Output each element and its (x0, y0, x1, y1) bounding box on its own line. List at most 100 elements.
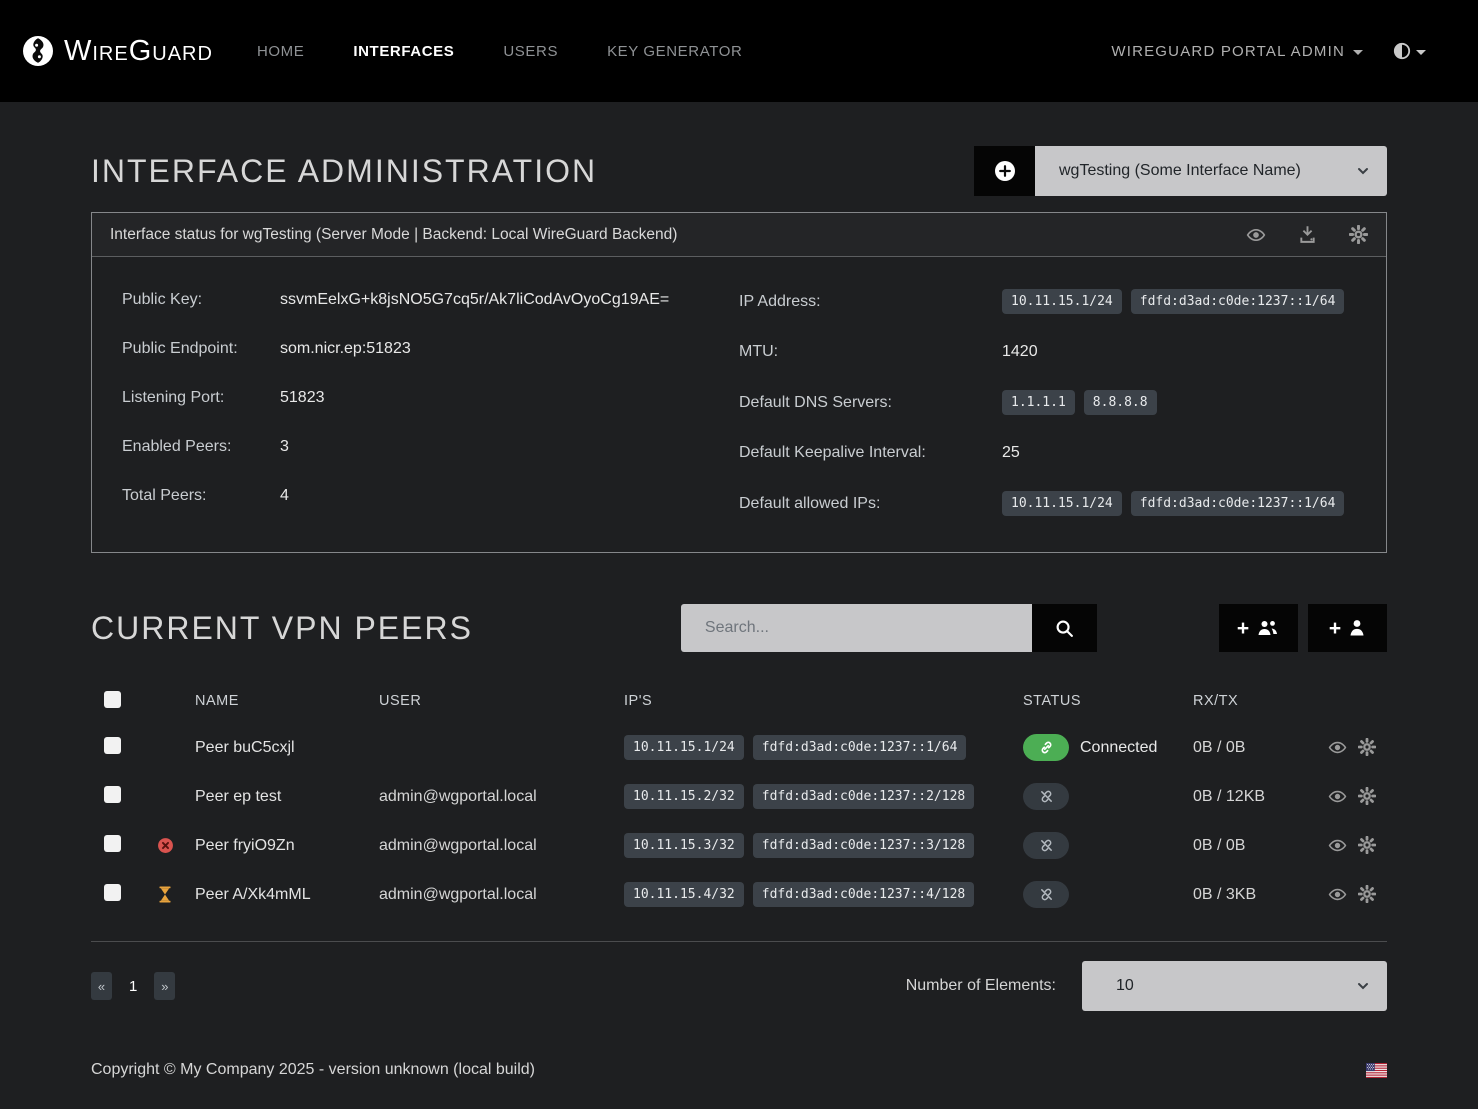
peer-row-checkbox[interactable] (104, 786, 121, 803)
dns-badge: 1.1.1.1 (1002, 390, 1075, 415)
peers-table: NAME USER IP'S STATUS RX/TX Peer buC5cxj… (91, 679, 1387, 942)
peer-ips: 10.11.15.1/24 fdfd:d3ad:c0de:1237::1/64 (624, 735, 1023, 760)
field-value: som.nicr.ep:51823 (280, 340, 411, 358)
user-menu-label: WIREGUARD PORTAL ADMIN (1111, 43, 1345, 60)
field-allowed-ips: Default allowed IPs: 10.11.15.1/24 fdfd:… (739, 491, 1356, 516)
field-label: Public Endpoint: (122, 340, 280, 358)
peer-name: Peer buC5cxjl (195, 739, 379, 757)
field-value: 4 (280, 487, 289, 505)
peer-row-checkbox[interactable] (104, 884, 121, 901)
wireguard-logo-icon (22, 35, 54, 67)
row-actions (1328, 836, 1391, 855)
nav-link-users[interactable]: USERS (503, 43, 558, 60)
peer-ips: 10.11.15.3/32 fdfd:d3ad:c0de:1237::3/128 (624, 833, 1023, 858)
nav-link-interfaces[interactable]: INTERFACES (353, 43, 454, 60)
view-peer-button[interactable] (1328, 885, 1347, 904)
brand-name: WireGuard (64, 35, 213, 68)
page-size-label: Number of Elements: (906, 977, 1056, 995)
peer-row: Peer fryiO9Zn admin@wgportal.local 10.11… (91, 821, 1387, 870)
link-chain-icon (1039, 740, 1054, 755)
peer-settings-button[interactable] (1358, 885, 1376, 904)
circle-half-icon (1393, 42, 1411, 60)
field-value: 25 (1002, 444, 1020, 462)
search-input[interactable] (681, 604, 1032, 652)
eye-icon (1328, 885, 1347, 904)
field-value: 51823 (280, 389, 325, 407)
person-icon (1348, 618, 1366, 638)
caret-down-icon (1353, 50, 1363, 55)
col-header-rxtx: RX/TX (1193, 693, 1328, 709)
table-header-row: NAME USER IP'S STATUS RX/TX (91, 679, 1387, 723)
add-interface-button[interactable] (974, 146, 1035, 196)
row-actions (1328, 885, 1391, 904)
peer-user: admin@wgportal.local (379, 886, 624, 904)
us-flag-icon[interactable] (1366, 1063, 1387, 1078)
search-button[interactable] (1032, 604, 1097, 652)
view-peer-button[interactable] (1328, 836, 1347, 855)
field-label: MTU: (739, 343, 1002, 361)
peer-add-buttons: + + (1219, 604, 1387, 652)
peer-row-checkbox[interactable] (104, 835, 121, 852)
badge-group: 1.1.1.1 8.8.8.8 (1002, 390, 1157, 415)
peer-settings-button[interactable] (1358, 836, 1376, 855)
add-multiple-peers-button[interactable]: + (1219, 604, 1298, 652)
top-navbar: WireGuard HOME INTERFACES USERS KEY GENE… (0, 0, 1478, 102)
eye-icon (1328, 787, 1347, 806)
pagination-current-page[interactable]: 1 (129, 978, 137, 995)
peer-status (1023, 832, 1193, 859)
people-icon (1256, 618, 1280, 638)
page-footer: Copyright © My Company 2025 - version un… (0, 1061, 1478, 1107)
field-label: Default allowed IPs: (739, 495, 1002, 513)
peer-user: admin@wgportal.local (379, 837, 624, 855)
peer-row-checkbox[interactable] (104, 737, 121, 754)
peer-rxtx: 0B / 3KB (1193, 886, 1328, 904)
card-header: Interface status for wgTesting (Server M… (92, 213, 1386, 257)
peer-settings-button[interactable] (1358, 738, 1376, 757)
field-label: IP Address: (739, 293, 1002, 311)
ip-badge: fdfd:d3ad:c0de:1237::1/64 (753, 735, 967, 760)
peer-disabled-x-circle-icon (157, 837, 174, 854)
disconnected-pill (1023, 783, 1069, 810)
theme-toggle-dropdown[interactable] (1393, 42, 1426, 60)
nav-link-home[interactable]: HOME (257, 43, 304, 60)
link-slash-icon (1039, 887, 1054, 902)
peer-status: Connected (1023, 734, 1193, 761)
brand[interactable]: WireGuard (22, 35, 213, 68)
field-listening-port: Listening Port: 51823 (122, 387, 739, 409)
view-peer-button[interactable] (1328, 787, 1347, 806)
field-label: Public Key: (122, 291, 280, 309)
page-size-select[interactable]: 10 (1082, 961, 1387, 1011)
user-menu-dropdown[interactable]: WIREGUARD PORTAL ADMIN (1111, 43, 1363, 60)
view-peer-button[interactable] (1328, 738, 1347, 757)
peer-ips: 10.11.15.2/32 fdfd:d3ad:c0de:1237::2/128 (624, 784, 1023, 809)
field-total-peers: Total Peers: 4 (122, 485, 739, 507)
ip-badge: 10.11.15.1/24 (624, 735, 744, 760)
peer-name: Peer A/Xk4mML (195, 886, 379, 904)
status-column-right: IP Address: 10.11.15.1/24 fdfd:d3ad:c0de… (739, 289, 1356, 516)
ip-badge: fdfd:d3ad:c0de:1237::4/128 (753, 882, 975, 907)
peer-rxtx: 0B / 0B (1193, 739, 1328, 757)
add-peer-button[interactable]: + (1308, 604, 1387, 652)
plus-circle-icon (993, 159, 1017, 183)
ip-badge: fdfd:d3ad:c0de:1237::1/64 (1131, 491, 1345, 516)
interface-select[interactable]: wgTesting (Some Interface Name) (1035, 146, 1387, 196)
col-header-name: NAME (195, 693, 379, 709)
view-config-button[interactable] (1246, 225, 1266, 245)
ip-badge: 10.11.15.1/24 (1002, 289, 1122, 314)
pagination-prev-button[interactable]: « (91, 972, 112, 1000)
select-all-checkbox[interactable] (104, 691, 121, 708)
download-config-button[interactable] (1298, 225, 1317, 244)
nav-link-key-generator[interactable]: KEY GENERATOR (607, 43, 742, 60)
chevron-down-icon (1355, 978, 1371, 994)
pagination-next-button[interactable]: » (154, 972, 175, 1000)
eye-icon (1246, 225, 1266, 245)
plus-icon: + (1329, 618, 1341, 639)
ip-badge: fdfd:d3ad:c0de:1237::3/128 (753, 833, 975, 858)
disconnected-pill (1023, 881, 1069, 908)
badge-group: 10.11.15.1/24 fdfd:d3ad:c0de:1237::1/64 (1002, 289, 1344, 314)
gear-icon (1358, 787, 1376, 806)
interface-settings-button[interactable] (1349, 225, 1368, 244)
peer-status (1023, 881, 1193, 908)
caret-down-icon (1416, 50, 1426, 55)
peer-settings-button[interactable] (1358, 787, 1376, 806)
